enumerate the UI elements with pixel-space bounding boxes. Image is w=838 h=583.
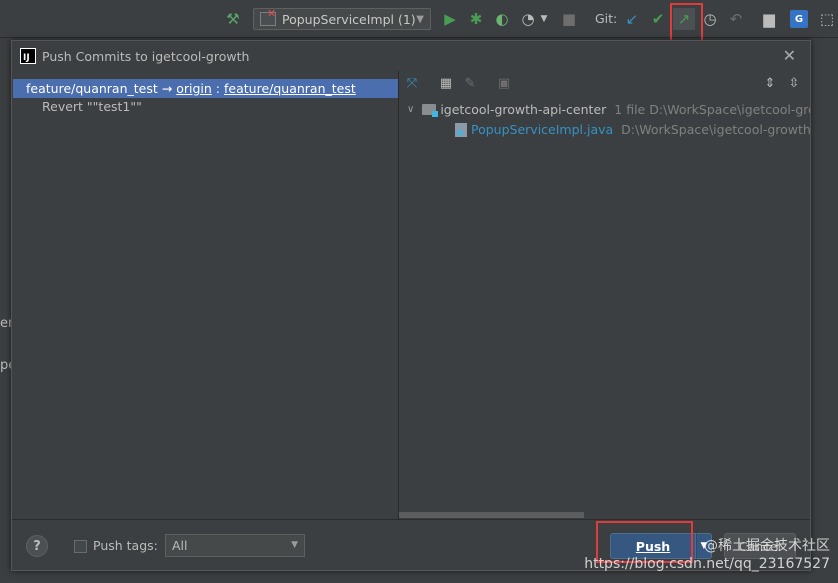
run-icon[interactable]: ▶ xyxy=(439,8,461,30)
push-tags-checkbox[interactable] xyxy=(74,540,87,553)
watermark-line-1: @稀土掘金技术社区 xyxy=(704,538,830,554)
tree-module-row[interactable]: ∨ igetcool-growth-api-center 1 file D:\W… xyxy=(407,102,811,117)
chevron-down-icon: ▼ xyxy=(416,13,424,25)
git-commit-icon[interactable]: ✔ xyxy=(647,8,669,30)
git-rollback-icon[interactable]: ↶ xyxy=(725,8,747,30)
stop-icon[interactable]: ■ xyxy=(558,8,580,30)
save-icon[interactable]: ▣ xyxy=(495,74,513,92)
local-branch: feature/quanran_test xyxy=(26,81,158,96)
push-tags-value: All xyxy=(172,538,188,553)
group-by-icon[interactable]: ▦ xyxy=(437,74,455,92)
chevron-down-icon[interactable]: ∨ xyxy=(407,104,414,115)
commit-item[interactable]: Revert ""test1"" xyxy=(42,99,142,114)
debug-icon[interactable]: ✱ xyxy=(465,8,487,30)
edit-icon[interactable]: ✎ xyxy=(461,74,479,92)
tree-file-row[interactable]: PopupServiceImpl.java D:\WorkSpace\igetc… xyxy=(455,122,811,137)
branch-separator: : xyxy=(215,81,221,96)
hammer-build-icon[interactable]: ⚒ xyxy=(222,8,244,30)
chevron-down-icon: ▼ xyxy=(291,540,298,550)
target-branch-link[interactable]: feature/quanran_test xyxy=(224,81,356,96)
background-editor-right xyxy=(810,38,838,583)
arrow-icon: → xyxy=(161,81,173,96)
intellij-logo-icon: IJ xyxy=(20,48,36,64)
profile-dropdown-icon[interactable]: ▼ xyxy=(537,8,551,30)
push-tags-label: Push tags: xyxy=(93,538,158,553)
coverage-icon[interactable]: ◐ xyxy=(491,8,513,30)
run-config-label: PopupServiceImpl (1) xyxy=(282,11,416,27)
push-tags-select[interactable]: All ▼ xyxy=(165,534,305,557)
changes-toolbar: ⤧ ▦ ✎ ▣ ⇕ ⇳ xyxy=(399,71,810,95)
file-name: PopupServiceImpl.java xyxy=(471,122,614,137)
changes-panel: ⤧ ▦ ✎ ▣ ⇕ ⇳ ∨ igetcool-growth-api-center… xyxy=(399,71,811,519)
project-structure-icon[interactable]: ▆ xyxy=(758,8,780,30)
branch-row[interactable]: feature/quanran_test → origin : feature/… xyxy=(13,79,399,98)
horizontal-scrollbar[interactable] xyxy=(399,511,810,519)
profile-icon[interactable]: ◔ xyxy=(517,8,539,30)
close-icon[interactable]: ✕ xyxy=(783,46,796,65)
dialog-title-bar: IJ Push Commits to igetcool-growth ✕ xyxy=(12,41,810,71)
git-update-icon[interactable]: ↙ xyxy=(621,8,643,30)
remote-link[interactable]: origin xyxy=(176,81,212,96)
push-commits-dialog: IJ Push Commits to igetcool-growth ✕ fea… xyxy=(11,40,811,571)
collapse-all-icon[interactable]: ⇳ xyxy=(785,74,803,92)
file-path: D:\WorkSpace\igetcool-growth\igetc xyxy=(621,122,811,137)
watermark: @稀土掘金技术社区 https://blog.csdn.net/qq_23167… xyxy=(584,537,830,573)
run-configuration-select[interactable]: ✕ PopupServiceImpl (1) ▼ xyxy=(253,7,431,30)
git-label: Git: xyxy=(595,11,618,26)
scrollbar-thumb[interactable] xyxy=(399,512,584,518)
translate-icon[interactable]: G xyxy=(790,10,808,28)
expand-all-icon[interactable]: ⇕ xyxy=(761,74,779,92)
ide-toolbar: ⚒ ✕ PopupServiceImpl (1) ▼ ▶ ✱ ◐ ◔ ▼ ■ G… xyxy=(0,0,838,38)
dialog-title: Push Commits to igetcool-growth xyxy=(42,48,250,64)
java-file-icon xyxy=(455,122,467,137)
module-folder-icon xyxy=(422,104,439,117)
watermark-line-2: https://blog.csdn.net/qq_23167527 xyxy=(584,556,830,572)
commits-panel: feature/quanran_test → origin : feature/… xyxy=(13,79,399,519)
diff-arrows-icon[interactable]: ⤧ xyxy=(403,74,421,92)
module-name: igetcool-growth-api-center xyxy=(440,102,607,117)
search-everywhere-icon[interactable]: ⬚ xyxy=(816,8,838,30)
help-button[interactable]: ? xyxy=(26,535,48,557)
module-meta: 1 file D:\WorkSpace\igetcool-grow xyxy=(614,102,811,117)
run-config-icon: ✕ xyxy=(260,7,276,26)
